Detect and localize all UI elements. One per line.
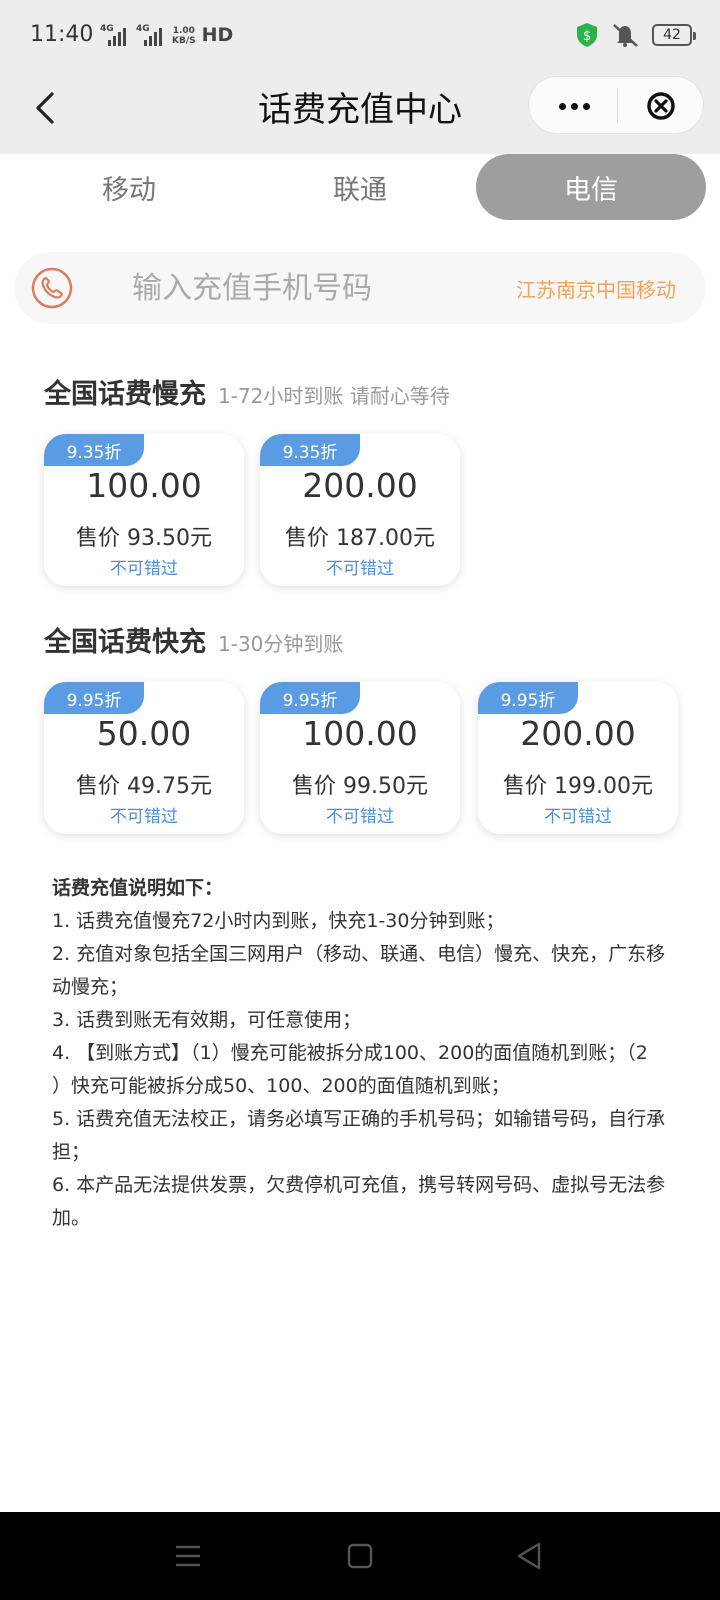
mini-program-capsule xyxy=(528,76,704,134)
network-speed: 1.00 KB/S xyxy=(172,26,196,46)
slow-card-200[interactable]: 9.35折 200.00 售价 187.00元 不可错过 xyxy=(260,434,460,586)
phone-location: 江苏南京中国移动 xyxy=(516,278,676,302)
notes-line: 6. 本产品无法提供发票，欠费停机可充值，携号转网号码、虚拟号无法参 xyxy=(52,1174,666,1196)
slow-section-title: 全国话费慢充 xyxy=(44,379,206,410)
home-square-icon[interactable] xyxy=(340,1536,380,1576)
discount-badge: 9.95折 xyxy=(260,682,360,714)
bell-muted-icon xyxy=(613,24,638,47)
menu-icon[interactable] xyxy=(168,1536,208,1576)
notes-title: 话费充值说明如下： xyxy=(52,877,224,899)
sale-price: 售价 199.00元 xyxy=(503,774,653,799)
notes-line: 加。 xyxy=(52,1207,91,1229)
promo-tag: 不可错过 xyxy=(110,559,178,579)
signal-strength-icon: 4G xyxy=(100,24,130,46)
sale-price: 售价 187.00元 xyxy=(285,526,435,551)
fast-card-200[interactable]: 9.95折 200.00 售价 199.00元 不可错过 xyxy=(478,682,678,834)
notes-line: 动慢充； xyxy=(52,976,129,998)
notes-line: 5. 话费充值无法校正，请务必填写正确的手机号码；如输错号码，自行承 xyxy=(52,1108,666,1130)
status-time: 11:40 xyxy=(30,22,94,47)
status-bar: 11:40 4G 4G 1.00 KB/S HD $ 42 xyxy=(0,0,720,72)
tab-unicom[interactable]: 联通 xyxy=(245,154,475,220)
recharge-notes: 话费充值说明如下： 1. 话费充值慢充72小时内到账，快充1-30分钟到账； 2… xyxy=(52,872,672,1235)
face-value: 200.00 xyxy=(302,466,418,505)
notes-line: 担； xyxy=(52,1141,91,1163)
face-value: 50.00 xyxy=(96,714,192,753)
more-dots-icon[interactable] xyxy=(551,83,597,129)
battery-icon: 42 xyxy=(652,24,696,46)
signal-strength-icon: 4G xyxy=(136,24,166,46)
fast-card-50[interactable]: 9.95折 50.00 售价 49.75元 不可错过 xyxy=(44,682,244,834)
slow-card-100[interactable]: 9.35折 100.00 售价 93.50元 不可错过 xyxy=(44,434,244,586)
sale-price: 售价 49.75元 xyxy=(76,774,212,799)
notes-line: 1. 话费充值慢充72小时内到账，快充1-30分钟到账； xyxy=(52,910,505,932)
discount-badge: 9.95折 xyxy=(478,682,578,714)
notes-line: 2. 充值对象包括全国三网用户（移动、联通、电信）慢充、快充，广东移 xyxy=(52,943,666,965)
promo-tag: 不可错过 xyxy=(326,807,394,827)
slow-section-header: 全国话费慢充 1-72小时到账 请耐心等待 xyxy=(44,372,450,411)
hd-indicator: HD xyxy=(201,24,234,46)
fast-section-title: 全国话费快充 xyxy=(44,627,206,658)
discount-badge: 9.35折 xyxy=(260,434,360,466)
face-value: 100.00 xyxy=(86,466,202,505)
signal-label: 4G xyxy=(100,24,114,34)
system-navigation-bar xyxy=(0,1512,720,1600)
promo-tag: 不可错过 xyxy=(326,559,394,579)
shield-dollar-icon: $ xyxy=(577,23,597,47)
svg-text:$: $ xyxy=(583,29,591,44)
discount-badge: 9.95折 xyxy=(44,682,144,714)
signal-label: 4G xyxy=(136,24,150,34)
sale-price: 售价 99.50元 xyxy=(292,774,428,799)
fast-section-header: 全国话费快充 1-30分钟到账 xyxy=(44,620,343,659)
fast-section-subtitle: 1-30分钟到账 xyxy=(218,632,344,656)
nav-bar: 话费充值中心 xyxy=(0,72,720,154)
phone-icon xyxy=(31,267,73,309)
sale-price: 售价 93.50元 xyxy=(76,526,212,551)
face-value: 100.00 xyxy=(302,714,418,753)
fast-card-100[interactable]: 9.95折 100.00 售价 99.50元 不可错过 xyxy=(260,682,460,834)
notes-line: ）快充可能被拆分成50、100、200的面值随机到账； xyxy=(52,1075,510,1097)
back-triangle-icon[interactable] xyxy=(510,1536,550,1576)
promo-tag: 不可错过 xyxy=(110,807,178,827)
promo-tag: 不可错过 xyxy=(544,807,612,827)
carrier-tabs: 移动 联通 电信 xyxy=(0,154,720,224)
close-circle-icon[interactable] xyxy=(641,86,681,126)
network-speed-unit: KB/S xyxy=(172,36,196,46)
face-value: 200.00 xyxy=(520,714,636,753)
capsule-divider xyxy=(617,89,618,123)
phone-number-input[interactable] xyxy=(132,266,472,310)
network-indicators: 4G 4G 1.00 KB/S HD xyxy=(100,24,233,46)
discount-badge: 9.35折 xyxy=(44,434,144,466)
slow-section-subtitle: 1-72小时到账 请耐心等待 xyxy=(218,384,450,408)
status-right-icons: $ 42 xyxy=(576,22,696,48)
phone-input-row: 江苏南京中国移动 xyxy=(14,252,706,324)
tab-telecom[interactable]: 电信 xyxy=(476,154,706,220)
tab-mobile[interactable]: 移动 xyxy=(14,154,244,220)
network-speed-value: 1.00 xyxy=(172,26,195,36)
notes-line: 4. 【到账方式】（1）慢充可能被拆分成100、200的面值随机到账；（2 xyxy=(52,1042,648,1064)
notes-line: 3. 话费到账无有效期，可任意使用； xyxy=(52,1009,362,1031)
